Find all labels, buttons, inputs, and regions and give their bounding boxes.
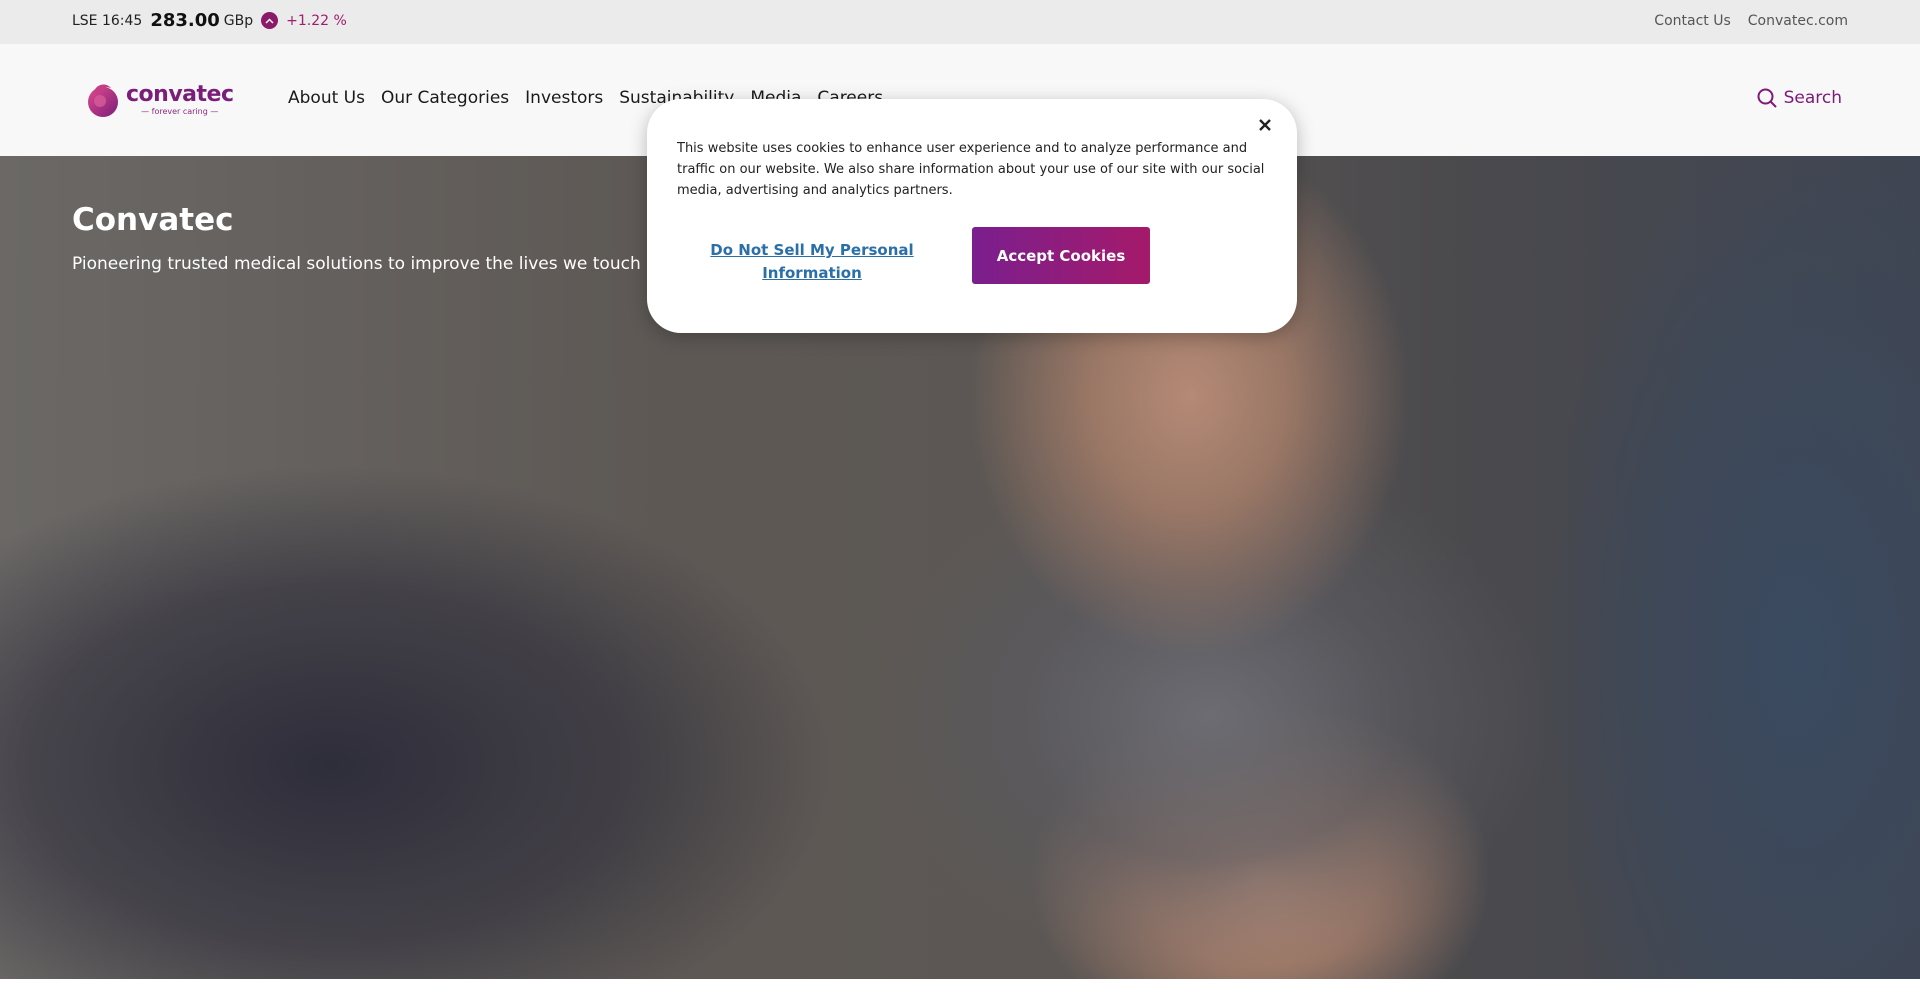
nav-item-investors[interactable]: Investors: [525, 88, 603, 108]
ticker-price: 283.00: [150, 10, 220, 31]
ticker-unit: GBp: [223, 12, 254, 29]
nav-item-our-categories[interactable]: Our Categories: [381, 88, 509, 108]
search-button[interactable]: Search: [1756, 87, 1842, 109]
stock-ticker: LSE 16:45 283.00 GBp +1.22 %: [72, 10, 347, 31]
cookie-consent-dialog: This website uses cookies to enhance use…: [647, 99, 1297, 333]
accept-cookies-button[interactable]: Accept Cookies: [972, 227, 1150, 284]
do-not-sell-link[interactable]: Do Not Sell My Personal Information: [703, 239, 921, 285]
logo-tagline: — forever caring —: [141, 107, 219, 116]
search-label: Search: [1783, 88, 1842, 108]
contact-us-link[interactable]: Contact Us: [1654, 13, 1730, 29]
ticker-change: +1.22 %: [286, 12, 347, 29]
hero-title: Convatec: [72, 202, 234, 238]
cookie-message: This website uses cookies to enhance use…: [677, 141, 1265, 198]
convatec-logo[interactable]: convatec — forever caring —: [84, 80, 234, 120]
logo-mark-icon: [88, 84, 118, 117]
nav-item-about-us[interactable]: About Us: [288, 88, 365, 108]
page-bottom-strip: [0, 979, 1920, 993]
convatec-com-link[interactable]: Convatec.com: [1748, 13, 1848, 29]
logo-wordmark: convatec: [126, 82, 234, 107]
utility-links: Contact Us Convatec.com: [1654, 13, 1848, 29]
chevron-up-icon: [261, 12, 279, 29]
close-icon[interactable]: [1253, 113, 1277, 137]
hero-subtitle: Pioneering trusted medical solutions to …: [72, 254, 641, 274]
search-icon: [1757, 88, 1777, 108]
ticker-exchange-time: LSE 16:45: [72, 12, 143, 29]
stock-ticker-bar: LSE 16:45 283.00 GBp +1.22 % Contact Us …: [0, 0, 1920, 44]
